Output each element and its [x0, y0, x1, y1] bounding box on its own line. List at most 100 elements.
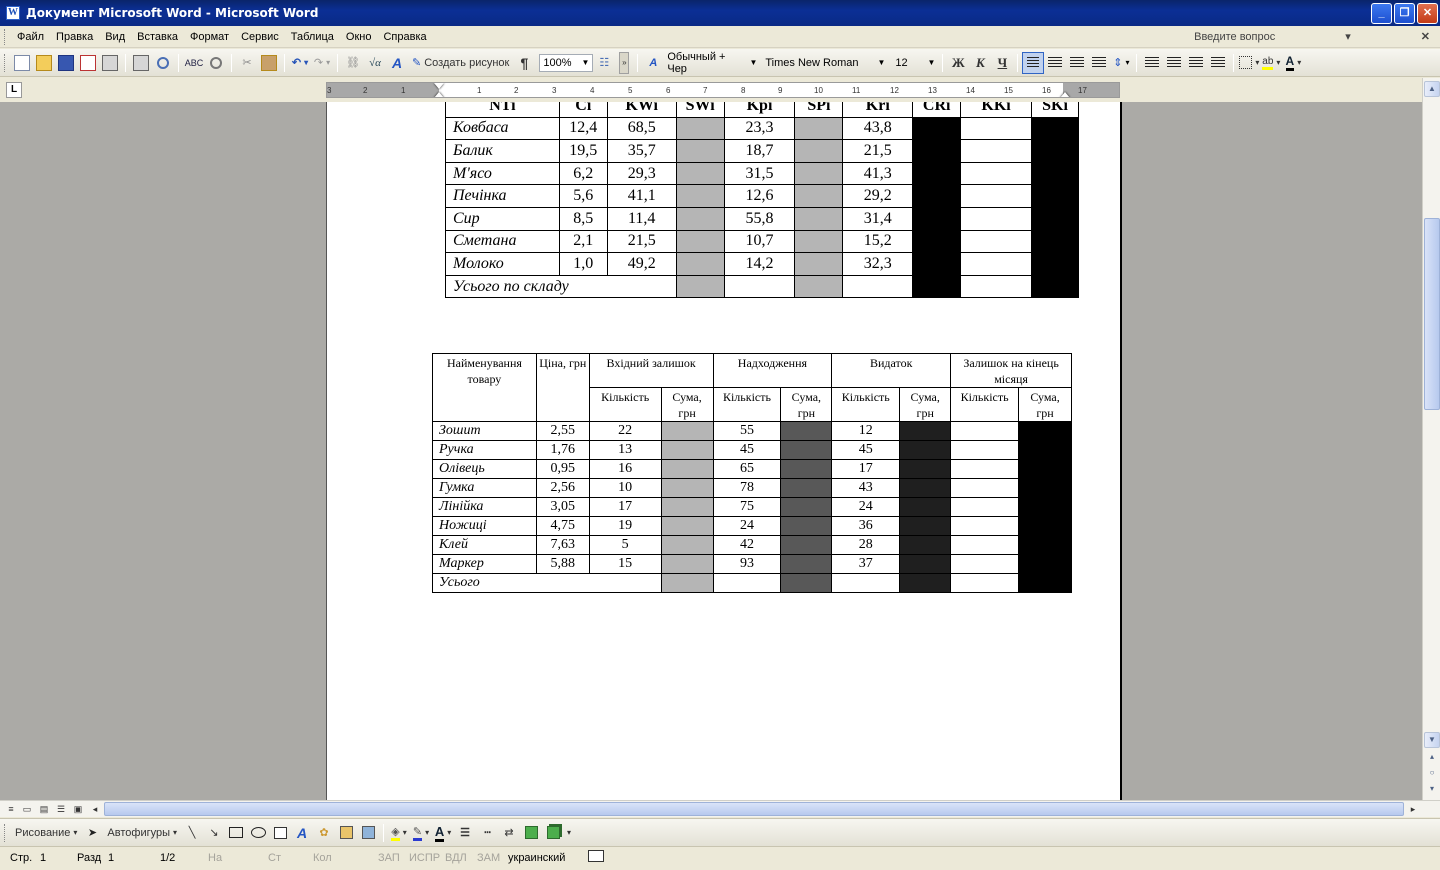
cell-incoming-qty[interactable]: 24	[712, 516, 782, 536]
cell-opening-sum[interactable]	[660, 516, 714, 536]
next-page-button[interactable]: ▾	[1424, 782, 1440, 798]
cell-closing-sum[interactable]	[1018, 459, 1072, 479]
menu-view[interactable]: Вид	[99, 31, 131, 43]
scroll-right-button[interactable]: ▸	[1406, 802, 1420, 816]
cell-outgoing-sum[interactable]	[899, 421, 952, 441]
cell-kki[interactable]	[960, 229, 1032, 254]
cell-closing-sum[interactable]	[1018, 497, 1072, 517]
cell-price[interactable]: 3,05	[535, 497, 590, 517]
menu-file[interactable]: Файл	[11, 31, 50, 43]
cell-name[interactable]: Маркер	[432, 554, 537, 574]
cell-incoming-sum[interactable]	[780, 535, 833, 555]
autoshapes-button[interactable]: Автофигуры ▾	[103, 822, 181, 844]
cell-closing-qty[interactable]	[950, 497, 1020, 517]
cell-ski[interactable]	[1030, 116, 1080, 141]
cell-outgoing-sum[interactable]	[899, 459, 952, 479]
cell-cri[interactable]	[912, 139, 962, 163]
first-line-indent-marker[interactable]	[434, 83, 444, 89]
cell-kwi[interactable]: 49,2	[606, 252, 677, 276]
restore-button[interactable]: ❐	[1394, 3, 1415, 24]
web-layout-button[interactable]: ▭	[20, 802, 34, 816]
menu-table[interactable]: Таблица	[285, 31, 340, 43]
oval-tool-button[interactable]	[247, 822, 269, 844]
cell-incoming-qty[interactable]: 93	[712, 554, 782, 574]
cell-closing-qty[interactable]	[950, 535, 1020, 555]
cell-total-label[interactable]: Усього	[432, 573, 662, 593]
font-color-button[interactable]: A ▾	[1282, 52, 1304, 74]
cell-ci[interactable]: 1,0	[558, 252, 608, 276]
cell-ski[interactable]	[1030, 206, 1080, 231]
cell-opening-sum[interactable]	[660, 497, 714, 517]
cell-kpi[interactable]: 23,3	[723, 116, 796, 141]
cell-ski[interactable]	[1030, 184, 1080, 208]
diagram-tool-button[interactable]: ✿	[313, 822, 335, 844]
cell-kwi[interactable]: 29,3	[606, 161, 677, 186]
cell-kki[interactable]	[960, 184, 1032, 208]
cell-name[interactable]: М'ясо	[445, 161, 560, 186]
cell-name[interactable]: Сир	[445, 206, 560, 231]
open-button[interactable]	[33, 52, 55, 74]
redo-button[interactable]: ↷ ▾	[311, 52, 333, 74]
cell-total-outgoing-sum[interactable]	[899, 573, 952, 593]
cell-spi[interactable]	[794, 229, 844, 254]
italic-button[interactable]: К	[969, 52, 991, 74]
cell-opening-sum[interactable]	[660, 459, 714, 479]
underline-button[interactable]: Ч	[991, 52, 1013, 74]
cell-kri[interactable]: 43,8	[842, 116, 914, 141]
select-browse-object-button[interactable]: ○	[1424, 766, 1440, 782]
cell-opening-sum[interactable]	[660, 478, 714, 498]
cell-closing-qty[interactable]	[950, 554, 1020, 574]
cell-closing-qty[interactable]	[950, 478, 1020, 498]
cell-kwi[interactable]: 35,7	[606, 139, 677, 163]
menu-insert[interactable]: Вставка	[131, 31, 184, 43]
cell-outgoing-qty[interactable]: 45	[831, 440, 901, 460]
cell-swi[interactable]	[675, 184, 725, 208]
cell-kwi[interactable]: 21,5	[606, 229, 677, 254]
hanging-indent-marker[interactable]	[434, 92, 444, 97]
cell-cri[interactable]	[912, 116, 962, 141]
cell-kpi[interactable]: 31,5	[723, 161, 796, 186]
numbering-button[interactable]	[1141, 52, 1163, 74]
cell-incoming-qty[interactable]: 45	[712, 440, 782, 460]
status-overtype[interactable]: ЗАМ	[477, 852, 500, 864]
menu-tools[interactable]: Сервис	[235, 31, 285, 43]
undo-button[interactable]: ↶ ▾	[289, 52, 311, 74]
cell-kki[interactable]	[960, 252, 1032, 276]
cell-kpi[interactable]: 18,7	[723, 139, 796, 163]
font-size-select[interactable]: 12 ▼	[892, 54, 938, 72]
cell-kki[interactable]	[960, 116, 1032, 141]
cell-price[interactable]: 4,75	[535, 516, 590, 536]
menu-edit[interactable]: Правка	[50, 31, 99, 43]
cell-total-closing-qty[interactable]	[950, 573, 1020, 593]
cell-closing-qty[interactable]	[950, 440, 1020, 460]
wordart-tool-button[interactable]: A	[291, 822, 313, 844]
cell-incoming-sum[interactable]	[780, 459, 833, 479]
drawing-menu-button[interactable]: Рисование ▾	[11, 822, 81, 844]
toolbar-options-button[interactable]: »	[619, 51, 630, 74]
close-document-button[interactable]: ✕	[1421, 30, 1430, 43]
scroll-down-button[interactable]: ▼	[1424, 732, 1440, 748]
cell-opening-qty[interactable]: 17	[588, 497, 662, 517]
minimize-button[interactable]: _	[1371, 3, 1392, 24]
hyperlink-button[interactable]: ⛓	[342, 52, 364, 74]
cell-kri[interactable]: 15,2	[842, 229, 914, 254]
cell-spi[interactable]	[794, 252, 844, 276]
cell-name[interactable]: Клей	[432, 535, 537, 555]
cell-total-incoming-qty[interactable]	[712, 573, 782, 593]
zoom-select[interactable]: 100% ▼	[539, 53, 594, 72]
tab-selector[interactable]: L	[6, 82, 22, 98]
scroll-up-button[interactable]: ▲	[1424, 81, 1440, 97]
cell-closing-qty[interactable]	[950, 516, 1020, 536]
cell-ski[interactable]	[1030, 161, 1080, 186]
menu-help[interactable]: Справка	[377, 31, 432, 43]
cell-outgoing-qty[interactable]: 36	[831, 516, 901, 536]
cell-kwi[interactable]: 41,1	[606, 184, 677, 208]
cell-closing-sum[interactable]	[1018, 478, 1072, 498]
cell-ci[interactable]: 5,6	[558, 184, 608, 208]
cell-total-ski[interactable]	[1030, 274, 1080, 299]
cell-cri[interactable]	[912, 184, 962, 208]
line-style-button[interactable]: ☰	[454, 822, 476, 844]
cell-incoming-qty[interactable]: 65	[712, 459, 782, 479]
cell-kri[interactable]: 29,2	[842, 184, 914, 208]
scroll-left-button[interactable]: ◂	[88, 802, 102, 816]
